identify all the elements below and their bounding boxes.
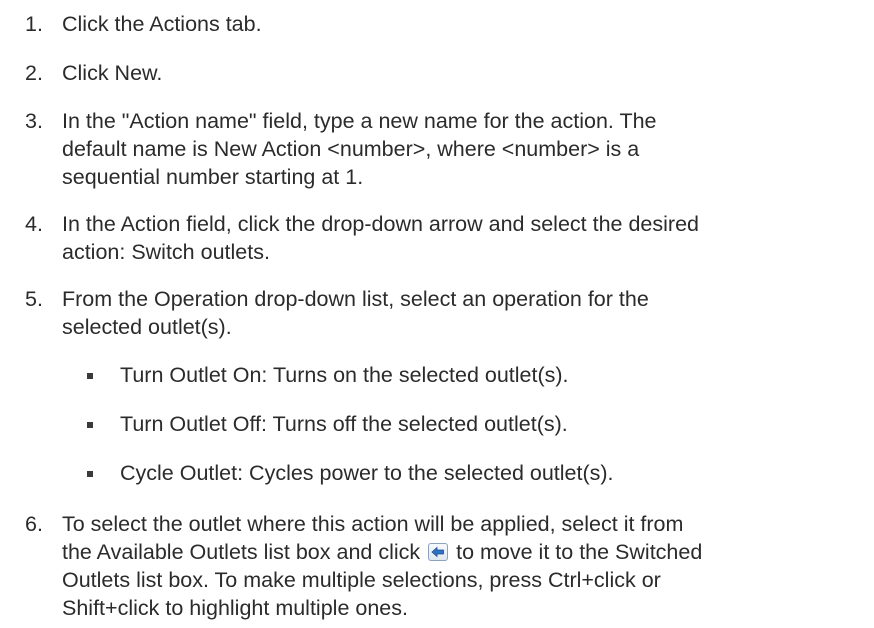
sub-item-text: Cycle Outlet: Cycles power to the select… bbox=[120, 461, 614, 485]
step-line-with-icon: the Available Outlets list box and click… bbox=[62, 538, 862, 566]
step-line: Click the Actions tab. bbox=[62, 12, 262, 36]
step-line: From the Operation drop-down list, selec… bbox=[62, 287, 649, 311]
step-text: Click the Actions tab. bbox=[62, 10, 862, 38]
instruction-document: 1. Click the Actions tab. 2. Click New. … bbox=[0, 0, 874, 628]
step-text: In the "Action name" field, type a new n… bbox=[62, 107, 862, 191]
step-line: In the Action field, click the drop-down… bbox=[62, 212, 699, 236]
step-number: 1. bbox=[25, 12, 43, 36]
step-line: To select the outlet where this action w… bbox=[62, 512, 684, 536]
step-line: sequential number starting at 1. bbox=[62, 165, 364, 189]
step-line: Shift+click to highlight multiple ones. bbox=[62, 596, 408, 620]
step-number: 2. bbox=[25, 61, 43, 85]
step-line: Outlets list box. To make multiple selec… bbox=[62, 568, 661, 592]
step-text: Click New. bbox=[62, 59, 862, 87]
step-text: From the Operation drop-down list, selec… bbox=[62, 285, 862, 341]
bullet-icon bbox=[87, 422, 93, 428]
step-number: 3. bbox=[25, 109, 43, 133]
step-number: 4. bbox=[25, 212, 43, 236]
step-line: In the "Action name" field, type a new n… bbox=[62, 109, 657, 133]
step-text: To select the outlet where this action w… bbox=[62, 510, 862, 622]
step-line: selected outlet(s). bbox=[62, 315, 232, 339]
step-number: 6. bbox=[25, 512, 43, 536]
move-left-arrow-icon[interactable] bbox=[428, 543, 449, 561]
step-line: action: Switch outlets. bbox=[62, 240, 270, 264]
bullet-icon bbox=[87, 471, 93, 477]
bullet-icon bbox=[87, 373, 93, 379]
step-line-part: the Available Outlets list box and click bbox=[62, 540, 421, 564]
step-line-part: to move it to the Switched bbox=[456, 540, 703, 564]
step-number: 5. bbox=[25, 287, 43, 311]
sub-item-text: Turn Outlet On: Turns on the selected ou… bbox=[120, 363, 569, 387]
sub-item-text: Turn Outlet Off: Turns off the selected … bbox=[120, 412, 568, 436]
step-text: In the Action field, click the drop-down… bbox=[62, 210, 862, 266]
step-line: default name is New Action <number>, whe… bbox=[62, 137, 640, 161]
step-line: Click New. bbox=[62, 61, 163, 85]
